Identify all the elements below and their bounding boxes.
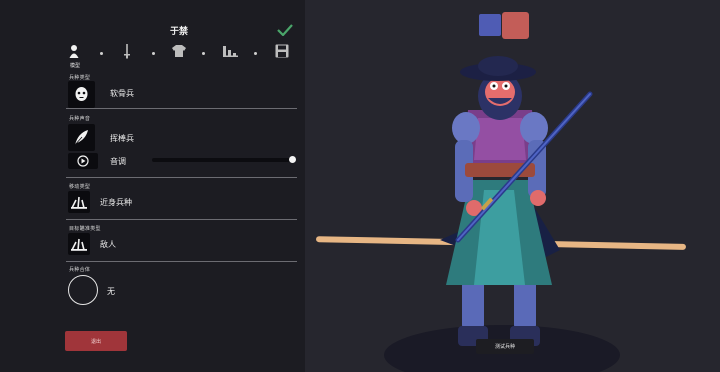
unit-type-value: 软骨兵 [110, 89, 134, 98]
exit-button[interactable]: 退出 [65, 331, 127, 351]
unit-type-label: 兵种类型 [69, 75, 91, 81]
team-red-swatch[interactable] [502, 12, 529, 39]
tab-stats[interactable] [223, 44, 238, 57]
shirt-icon [172, 45, 186, 57]
pitch-slider[interactable] [152, 158, 293, 162]
target-icon [71, 238, 87, 251]
divider [66, 108, 297, 109]
combo-value: 无 [107, 287, 115, 296]
pitch-label: 音调 [110, 157, 126, 166]
tab-clothing[interactable] [171, 44, 187, 58]
check-icon[interactable] [277, 21, 293, 40]
mask-icon [75, 87, 88, 101]
editor-tabs [66, 44, 296, 62]
chart-icon [223, 46, 238, 57]
melee-icon [71, 196, 87, 209]
tab-separator [254, 52, 257, 55]
unit-voice-label: 兵种声音 [69, 116, 91, 122]
unit-voice-value: 挥棒兵 [110, 134, 134, 143]
tab-separator [100, 52, 103, 55]
tab-weapon[interactable] [123, 44, 131, 59]
unit-name-title: 于禁 [169, 27, 188, 37]
unit-type-selector[interactable] [68, 81, 95, 108]
movement-value: 近身兵种 [100, 198, 132, 207]
tab-separator [152, 52, 155, 55]
play-icon [77, 155, 89, 167]
tab-separator [202, 52, 205, 55]
unit-editor-panel: 于禁 模型 兵种类型 软骨兵 兵种声音 挥棒兵 音调 移动类型 近身兵种 目标瞄… [0, 0, 305, 372]
tab-model-label: 模型 [70, 63, 81, 69]
exit-label: 退出 [90, 338, 101, 345]
divider [66, 261, 297, 262]
test-unit-button[interactable]: 测试兵种 [476, 339, 534, 354]
divider [66, 219, 297, 220]
feather-icon [73, 130, 88, 147]
tab-save[interactable] [275, 44, 289, 58]
combo-selector[interactable] [68, 275, 98, 305]
pitch-slider-handle[interactable] [289, 156, 296, 163]
play-voice-button[interactable] [68, 153, 98, 169]
movement-selector[interactable] [68, 191, 90, 213]
sword-icon [124, 44, 130, 59]
unit-voice-selector[interactable] [68, 124, 95, 151]
person-icon [69, 45, 79, 58]
save-icon [275, 44, 289, 58]
movement-label: 移动类型 [69, 184, 91, 190]
unit-character [440, 56, 593, 346]
combo-label: 兵种合体 [69, 267, 91, 273]
test-unit-label: 测试兵种 [494, 344, 515, 350]
targeting-selector[interactable] [68, 233, 90, 255]
team-blue-swatch[interactable] [479, 14, 501, 36]
tab-model[interactable] [69, 44, 79, 59]
divider [66, 177, 297, 178]
targeting-label: 目标瞄准类型 [69, 226, 101, 232]
targeting-value: 敌人 [100, 240, 116, 249]
